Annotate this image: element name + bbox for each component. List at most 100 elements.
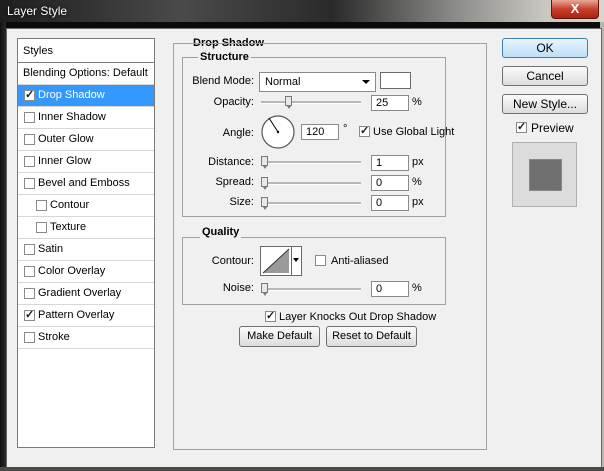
style-item-outer-glow[interactable]: Outer Glow: [18, 129, 154, 151]
style-item-label: Pattern Overlay: [38, 309, 115, 321]
knockout-label: Layer Knocks Out Drop Shadow: [279, 311, 437, 323]
new-style-button[interactable]: New Style...: [502, 94, 588, 114]
distance-label: Distance:: [208, 156, 254, 168]
close-button[interactable]: X: [551, 0, 599, 19]
chevron-down-icon: [362, 80, 370, 84]
blend-mode-value: Normal: [265, 76, 301, 88]
style-item-label: Outer Glow: [38, 133, 94, 145]
noise-field[interactable]: 0: [371, 281, 409, 297]
cancel-button[interactable]: Cancel: [502, 66, 588, 86]
contour-chevron-icon: [293, 258, 299, 262]
opacity-label: Opacity:: [213, 96, 254, 108]
angle-field[interactable]: 120: [301, 124, 339, 140]
style-item-contour[interactable]: Contour: [18, 195, 154, 217]
distance-field[interactable]: 1: [371, 155, 409, 171]
structure-title: Structure: [198, 51, 251, 63]
style-item-label: Bevel and Emboss: [38, 177, 130, 189]
style-item-color-overlay[interactable]: Color Overlay: [18, 261, 154, 283]
contour-label: Contour:: [211, 255, 254, 267]
opacity-field[interactable]: 25: [371, 95, 409, 111]
window-title: Layer Style: [7, 4, 68, 18]
anti-aliased-checkbox[interactable]: [315, 255, 326, 266]
style-item-pattern-overlay[interactable]: Pattern Overlay: [18, 305, 154, 327]
blend-mode-select[interactable]: Normal: [259, 72, 376, 92]
preview-checkbox[interactable]: [516, 120, 527, 133]
style-item-label: Blending Options: Default: [23, 67, 148, 79]
spread-slider-track: [261, 182, 361, 185]
style-item-label: Texture: [50, 221, 87, 233]
style-checkbox-gradient-overlay[interactable]: [24, 288, 35, 299]
style-item-label: Drop Shadow: [38, 89, 105, 101]
spread-label: Spread:: [215, 176, 254, 188]
noise-slider-thumb[interactable]: [261, 283, 268, 296]
contour-dropdown-button[interactable]: [292, 246, 302, 276]
style-item-label: Color Overlay: [38, 265, 106, 277]
style-item-texture[interactable]: Texture: [18, 217, 154, 239]
opacity-slider-track: [261, 101, 361, 104]
style-item-label: Inner Shadow: [38, 111, 106, 123]
reset-to-default-button[interactable]: Reset to Default: [326, 326, 417, 347]
size-field[interactable]: 0: [371, 195, 409, 211]
ok-button[interactable]: OK: [502, 38, 588, 58]
size-slider-thumb[interactable]: [261, 197, 268, 210]
style-checkbox-outer-glow[interactable]: [24, 134, 35, 145]
style-item-label: Stroke: [38, 331, 70, 343]
use-global-light-checkbox[interactable]: [359, 124, 370, 137]
spread-field[interactable]: 0: [371, 175, 409, 191]
style-item-inner-shadow[interactable]: Inner Shadow: [18, 107, 154, 129]
contour-curve-icon: [262, 248, 290, 274]
make-default-button[interactable]: Make Default: [239, 326, 320, 347]
preview-swatch: [529, 159, 562, 191]
style-checkbox-inner-glow[interactable]: [24, 156, 35, 167]
style-checkbox-bevel-and-emboss[interactable]: [24, 178, 35, 189]
style-checkbox-drop-shadow[interactable]: [24, 88, 35, 101]
window-frame-bottom: [0, 467, 604, 471]
style-item-inner-glow[interactable]: Inner Glow: [18, 151, 154, 173]
spread-unit: %: [412, 176, 422, 188]
opacity-slider-thumb[interactable]: [285, 96, 292, 109]
style-item-bevel-and-emboss[interactable]: Bevel and Emboss: [18, 173, 154, 195]
style-item-gradient-overlay[interactable]: Gradient Overlay: [18, 283, 154, 305]
style-item-drop-shadow[interactable]: Drop Shadow: [18, 85, 154, 107]
style-item-label: Satin: [38, 243, 64, 255]
style-checkbox-color-overlay[interactable]: [24, 266, 35, 277]
spread-slider-thumb[interactable]: [261, 177, 268, 190]
style-item-label: Inner Glow: [38, 155, 92, 167]
noise-slider-track: [261, 288, 361, 291]
style-item-blending-options-default[interactable]: Blending Options: Default: [18, 63, 154, 85]
close-icon: X: [570, 1, 580, 16]
contour-picker[interactable]: [260, 246, 292, 276]
style-checkbox-pattern-overlay[interactable]: [24, 308, 35, 321]
noise-unit: %: [412, 282, 422, 294]
preview-label: Preview: [531, 121, 574, 135]
style-checkbox-inner-shadow[interactable]: [24, 112, 35, 123]
style-checkbox-satin[interactable]: [24, 244, 35, 255]
angle-dial[interactable]: [260, 114, 296, 150]
distance-unit: px: [412, 156, 424, 168]
size-slider-track: [261, 202, 361, 205]
style-item-stroke[interactable]: Stroke: [18, 327, 154, 349]
style-item-satin[interactable]: Satin: [18, 239, 154, 261]
styles-header-label: Styles: [23, 45, 53, 57]
distance-slider-track: [261, 161, 361, 164]
title-bar[interactable]: Layer Style X: [0, 0, 604, 22]
angle-unit: °: [343, 123, 348, 135]
style-checkbox-texture[interactable]: [36, 222, 47, 233]
style-checkbox-contour[interactable]: [36, 200, 47, 211]
blend-mode-label: Blend Mode:: [192, 75, 254, 87]
shadow-color-swatch[interactable]: [380, 72, 411, 89]
angle-dial-icon: [261, 115, 295, 149]
style-item-label: Contour: [50, 199, 90, 211]
anti-aliased-label: Anti-aliased: [331, 255, 389, 267]
quality-title: Quality: [200, 226, 242, 238]
preview-thumbnail: [512, 142, 577, 207]
styles-list: Styles Blending Options: Default Drop Sha…: [17, 38, 155, 448]
styles-header[interactable]: Styles: [18, 39, 154, 63]
size-label: Size:: [229, 196, 254, 208]
style-item-label: Gradient Overlay: [38, 287, 122, 299]
style-checkbox-stroke[interactable]: [24, 332, 35, 343]
knockout-checkbox[interactable]: [265, 309, 276, 322]
opacity-unit: %: [412, 96, 422, 108]
use-global-light-label: Use Global Light: [373, 126, 455, 138]
distance-slider-thumb[interactable]: [261, 156, 268, 169]
